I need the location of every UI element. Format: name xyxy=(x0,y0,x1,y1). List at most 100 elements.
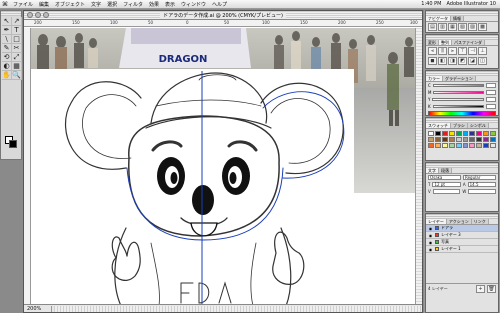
close-window-button[interactable] xyxy=(27,12,33,18)
menu-view[interactable]: 表示 xyxy=(162,1,178,8)
swatch[interactable] xyxy=(469,131,476,136)
divide-icon[interactable]: ◪ xyxy=(468,57,477,65)
unite-icon[interactable]: ◼ xyxy=(428,57,437,65)
yellow-value[interactable] xyxy=(486,97,496,102)
scale-tool-icon[interactable]: ⤢ xyxy=(12,53,22,62)
nav-button[interactable]: ▧ xyxy=(458,23,467,31)
swatch[interactable] xyxy=(462,137,469,142)
graph-tool-icon[interactable]: ▦ xyxy=(12,62,22,71)
swatch[interactable] xyxy=(448,143,455,148)
horizontal-scrollbar[interactable] xyxy=(54,305,422,312)
tab-color[interactable]: カラー xyxy=(426,76,443,81)
align-left-icon[interactable]: ⫷ xyxy=(428,47,437,55)
swatch[interactable] xyxy=(455,131,462,136)
layer-row[interactable]: ◉ ドアラ xyxy=(426,225,498,232)
swatch[interactable] xyxy=(483,143,490,148)
nav-button[interactable]: ▤ xyxy=(428,23,437,31)
rectangle-tool-icon[interactable]: □ xyxy=(12,35,22,44)
intersect-icon[interactable]: ◨ xyxy=(448,57,457,65)
swatch[interactable] xyxy=(483,137,490,142)
minimize-window-button[interactable] xyxy=(35,12,41,18)
swatch[interactable] xyxy=(469,143,476,148)
tab-pathfinder[interactable]: パスファインダ xyxy=(452,40,485,45)
eye-icon[interactable]: ◉ xyxy=(428,226,433,231)
tab-transform[interactable]: 変形 xyxy=(426,40,439,45)
swatch[interactable] xyxy=(434,137,441,142)
apple-menu-icon[interactable]: ⌘ xyxy=(0,1,10,8)
nav-button[interactable]: ▨ xyxy=(468,23,477,31)
delete-layer-button[interactable]: 🗑 xyxy=(487,285,496,293)
exclude-icon[interactable]: ◩ xyxy=(458,57,467,65)
align-bottom-icon[interactable]: ⊥ xyxy=(478,47,487,55)
menu-select[interactable]: 選択 xyxy=(104,1,120,8)
font-style-select[interactable]: Regular xyxy=(463,175,496,180)
menu-help[interactable]: ヘルプ xyxy=(209,1,230,8)
vertical-scrollbar[interactable] xyxy=(415,28,422,306)
swatch[interactable] xyxy=(476,143,483,148)
document-titlebar[interactable]: ドアラのデータ作成.ai @ 200% (CMYK/プレビュー) xyxy=(24,11,422,20)
swatch[interactable] xyxy=(428,143,434,148)
selection-tool-icon[interactable]: ↖ xyxy=(2,17,12,26)
cyan-slider[interactable] xyxy=(432,84,484,87)
tab-info[interactable]: 情報 xyxy=(451,16,464,21)
eye-icon[interactable]: ◉ xyxy=(428,240,433,245)
align-right-icon[interactable]: ⫸ xyxy=(448,47,457,55)
horizontal-ruler[interactable]: 200 150 100 50 0 50 100 150 200 250 300 xyxy=(24,20,422,27)
font-family-select[interactable]: Osaka xyxy=(428,175,461,180)
magenta-slider[interactable] xyxy=(433,91,484,94)
tab-paragraph[interactable]: 段落 xyxy=(439,168,452,173)
artboard-canvas[interactable]: DRAGON xyxy=(31,28,417,306)
cyan-value[interactable] xyxy=(486,83,496,88)
swatch[interactable] xyxy=(476,131,483,136)
menu-filter[interactable]: フィルタ xyxy=(120,1,146,8)
pen-tool-icon[interactable]: ✒ xyxy=(2,26,12,35)
magenta-value[interactable] xyxy=(486,90,496,95)
new-layer-button[interactable]: + xyxy=(476,285,485,293)
tab-actions[interactable]: アクション xyxy=(446,219,472,224)
tab-character[interactable]: 文字 xyxy=(426,168,439,173)
align-middle-icon[interactable]: ⊣ xyxy=(468,47,477,55)
pencil-tool-icon[interactable]: ✎ xyxy=(2,44,12,53)
menu-type[interactable]: 文字 xyxy=(88,1,104,8)
swatch[interactable] xyxy=(428,131,434,136)
line-tool-icon[interactable]: \ xyxy=(2,35,12,44)
tab-align[interactable]: 整列 xyxy=(439,40,452,45)
align-top-icon[interactable]: ⊤ xyxy=(458,47,467,55)
swatch[interactable] xyxy=(448,137,455,142)
swatch[interactable] xyxy=(469,137,476,142)
swatch[interactable] xyxy=(441,131,448,136)
hand-tool-icon[interactable]: ✋ xyxy=(2,71,12,80)
align-center-icon[interactable]: ⫼ xyxy=(438,47,447,55)
black-slider[interactable] xyxy=(432,105,484,108)
direct-selection-tool-icon[interactable]: ↗ xyxy=(12,17,22,26)
swatch[interactable] xyxy=(434,131,441,136)
nav-button[interactable]: ▩ xyxy=(478,23,487,31)
gradient-tool-icon[interactable]: ◐ xyxy=(2,62,12,71)
swatch[interactable] xyxy=(483,131,490,136)
nav-button[interactable]: ▥ xyxy=(438,23,447,31)
zoom-window-button[interactable] xyxy=(43,12,49,18)
menu-effect[interactable]: 効果 xyxy=(146,1,162,8)
eye-icon[interactable]: ◉ xyxy=(428,247,433,252)
swatch[interactable] xyxy=(462,131,469,136)
swatch[interactable] xyxy=(441,143,448,148)
swatch[interactable] xyxy=(441,137,448,142)
layer-row[interactable]: ◉ レイヤー 1 xyxy=(426,246,498,253)
menu-file[interactable]: ファイル xyxy=(10,1,36,8)
trim-icon[interactable]: ◫ xyxy=(478,57,487,65)
swatch[interactable] xyxy=(428,137,434,142)
tab-symbols[interactable]: シンボル xyxy=(467,123,489,128)
leading-field[interactable]: 14.5 xyxy=(467,182,497,187)
layer-row[interactable]: ◉ 写真 xyxy=(426,239,498,246)
menu-object[interactable]: オブジェクト xyxy=(52,1,88,8)
swatch[interactable] xyxy=(455,137,462,142)
rotate-tool-icon[interactable]: ⟲ xyxy=(2,53,12,62)
layer-row[interactable]: ◉ レイヤー 3 xyxy=(426,232,498,239)
swatch[interactable] xyxy=(490,143,496,148)
stroke-color-swatch[interactable] xyxy=(9,140,17,148)
kerning-field[interactable] xyxy=(432,189,461,194)
zoom-level[interactable]: 200% xyxy=(24,305,52,312)
swatch[interactable] xyxy=(434,143,441,148)
scissors-tool-icon[interactable]: ✂ xyxy=(12,44,22,53)
black-value[interactable] xyxy=(486,104,496,109)
